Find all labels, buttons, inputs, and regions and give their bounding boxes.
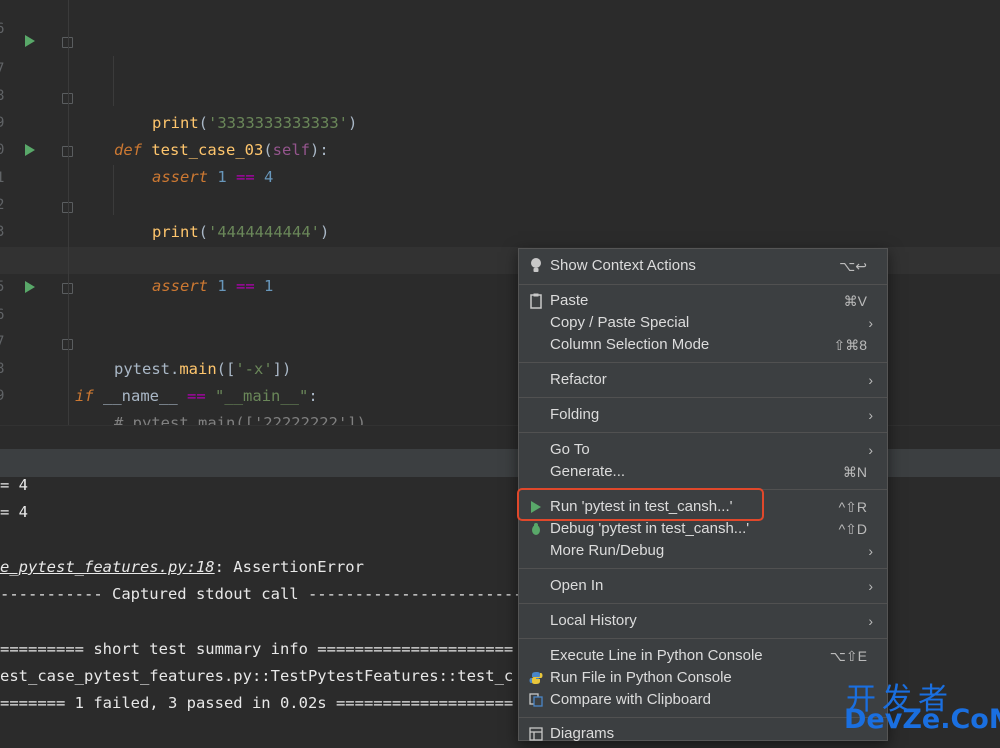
submenu-arrow-icon: › [868,372,873,388]
indent-guide [113,165,114,215]
menu-separator [519,717,887,718]
menu-item-open-in[interactable]: Open In › [519,575,887,597]
run-test-icon[interactable] [25,144,35,156]
menu-separator [519,568,887,569]
console-line: e_pytest_features.py:18: AssertionError [0,558,364,576]
menu-separator [519,284,887,285]
menu-item-debug[interactable]: Debug 'pytest in test_cansh...' ^⇧D [519,518,887,540]
code-line[interactable]: 8 print('3333333333333') [0,56,1000,132]
menu-separator [519,638,887,639]
menu-separator [519,362,887,363]
menu-item-execute-line[interactable]: Execute Line in Python Console ⌥⇧E [519,645,887,667]
menu-item-local-history[interactable]: Local History › [519,610,887,632]
code-line[interactable]: 4 [0,220,1000,268]
menu-item-generate[interactable]: Generate... ⌘N [519,461,887,483]
console-line: ========= short test summary info ======… [0,640,514,658]
menu-separator [519,432,887,433]
menu-item-show-context-actions[interactable]: Show Context Actions ⌥↩ [519,255,887,277]
run-main-icon[interactable] [25,281,35,293]
line-number: 9 [0,388,5,404]
file-link[interactable]: e_pytest_features.py:18 [0,558,215,576]
menu-separator [519,603,887,604]
compare-icon [529,689,543,711]
submenu-arrow-icon: › [868,315,873,331]
submenu-arrow-icon: › [868,407,873,423]
menu-item-folding[interactable]: Folding › [519,404,887,426]
submenu-arrow-icon: › [868,543,873,559]
console-line: est_case_pytest_features.py::TestPytestF… [0,667,514,685]
menu-item-column-selection-mode[interactable]: Column Selection Mode ⇧⌘8 [519,334,887,356]
console-line: = 4 [0,503,28,521]
run-item-highlight-annotation [517,488,764,521]
debug-bug-icon [529,518,543,540]
indent-guide [113,56,114,106]
console-line: = 4 [0,476,28,494]
python-icon [529,667,543,689]
menu-item-paste[interactable]: Paste ⌘V [519,290,887,312]
console-line: ----------- Captured stdout call -------… [0,585,523,603]
code-line[interactable]: 3 assert 1 == 1 [0,192,1000,295]
gutter-divider [68,0,69,425]
submenu-arrow-icon: › [868,578,873,594]
menu-item-compare-with-clipboard[interactable]: Compare with Clipboard [519,689,887,711]
run-test-icon[interactable] [25,35,35,47]
submenu-arrow-icon: › [868,613,873,629]
code-line[interactable]: 7 def test_case_03(self): [0,29,1000,159]
menu-item-run-file-in-console[interactable]: Run File in Python Console [519,667,887,689]
console-line: ======= 1 failed, 3 passed in 0.02s ====… [0,694,514,712]
code-line[interactable]: 1 def test_case_04(self): [0,138,1000,268]
code-line[interactable]: 0 [0,110,1000,158]
menu-item-diagrams[interactable]: Diagrams [519,723,887,745]
watermark-logo: 开发者 DevZe.CoM [844,682,1000,735]
lightbulb-icon [529,255,543,277]
submenu-arrow-icon: › [868,442,873,458]
menu-item-refactor[interactable]: Refactor › [519,369,887,391]
code-line[interactable]: 6 [0,0,1000,37]
menu-separator [519,397,887,398]
menu-item-more-run-debug[interactable]: More Run/Debug › [519,540,887,562]
code-line[interactable]: 2 print('4444444444') [0,165,1000,241]
diagram-icon [529,723,543,745]
code-line[interactable]: 9 assert 1 == 4 [0,83,1000,186]
clipboard-icon [529,290,543,312]
menu-item-go-to[interactable]: Go To › [519,439,887,461]
menu-item-copy-paste-special[interactable]: Copy / Paste Special › [519,312,887,334]
